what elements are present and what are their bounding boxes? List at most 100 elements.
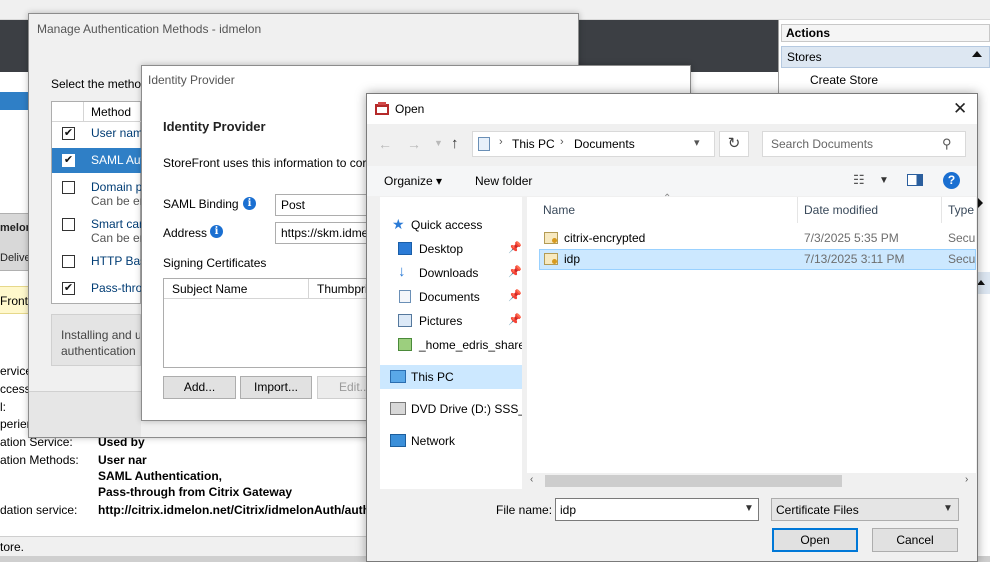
method-checkbox[interactable]: ✔ [62,127,75,140]
pin-icon[interactable]: 📌 [508,265,522,278]
refresh-icon[interactable]: ↻ [719,131,749,157]
expand-right-icon[interactable] [978,198,983,208]
pin-icon[interactable]: 📌 [508,241,522,254]
back-arrow-icon[interactable]: ← [378,136,392,152]
type-column-header[interactable]: Type [948,203,974,217]
method-row-http-basic[interactable]: HTTP Bas [52,250,141,275]
scroll-right-icon[interactable]: › [965,474,968,485]
chevron-down-icon[interactable]: ▼ [879,175,889,186]
file-row-selected[interactable]: idp 7/13/2025 3:11 PM Secu [539,249,976,270]
file-type: Secu [948,231,976,245]
nav-item-network-share[interactable]: _home_edris_shared [380,333,522,357]
method-row-domain[interactable]: Domain p Can be er [52,176,141,212]
method-label: HTTP Bas [91,254,141,268]
address-input[interactable]: https://skm.idme [275,222,370,244]
create-store-link[interactable]: Create Store [810,73,878,87]
pin-icon[interactable]: 📌 [508,313,522,326]
cancel-button[interactable]: Cancel [872,528,958,552]
scroll-left-icon[interactable]: ‹ [530,474,533,485]
network-folder-icon [398,338,412,351]
file-row[interactable]: citrix-encrypted 7/3/2025 5:35 PM Secu [539,228,976,249]
method-checkbox[interactable]: ✔ [62,154,75,167]
method-checkbox[interactable] [62,218,75,231]
nav-item-label: Desktop [419,242,464,256]
subject-name-column-header[interactable]: Subject Name [172,282,247,296]
nav-item-downloads[interactable]: ↓ Downloads 📌 [380,261,522,285]
nav-item-quick-access[interactable]: ★ Quick access [380,213,522,237]
console-tree-selected-item[interactable] [0,92,30,110]
collapse-up-icon[interactable] [977,280,985,285]
detail-value: SAML Authentication, [98,469,222,483]
organize-menu[interactable]: Organize ▾ [384,174,442,188]
recent-locations-dropdown-icon[interactable]: ▼ [434,138,443,148]
breadcrumb-this-pc[interactable]: This PC [512,137,555,151]
help-icon[interactable]: ? [943,172,960,189]
detail-value: User nar [98,453,147,467]
navigation-pane-scrollbar[interactable] [523,197,526,489]
open-button[interactable]: Open [772,528,858,552]
thumbprint-column-header[interactable]: Thumbpri [317,282,367,296]
method-checkbox[interactable] [62,181,75,194]
chevron-down-icon[interactable]: ▼ [943,503,953,514]
method-checkbox[interactable]: ✔ [62,282,75,295]
console-tab-deliver[interactable]: Deliver [0,252,30,264]
sort-ascending-icon: ⌃ [663,193,672,204]
info-icon[interactable]: i [210,225,223,238]
nav-item-dvd-drive[interactable]: DVD Drive (D:) SSS_X6 [380,397,522,421]
breadcrumb-documents[interactable]: Documents [574,137,635,151]
method-row-pass-through[interactable]: ✔ Pass-throu [52,277,141,302]
scrollbar-thumb[interactable] [545,475,842,487]
collapse-up-icon[interactable] [972,51,982,57]
info-icon[interactable]: i [243,197,256,210]
column-divider[interactable] [797,197,798,223]
up-arrow-icon[interactable]: ↑ [451,135,459,152]
chevron-down-icon[interactable]: ▾ [694,136,700,149]
nav-item-pictures[interactable]: Pictures 📌 [380,309,522,333]
breadcrumb-separator-icon[interactable]: › [560,136,564,148]
method-checkbox[interactable] [62,255,75,268]
view-options-icon[interactable]: ☷ [853,172,865,188]
method-row-smart-card[interactable]: Smart car Can be er [52,213,141,249]
console-status-bar: tore. [0,536,366,556]
nav-item-documents[interactable]: Documents 📌 [380,285,522,309]
new-folder-button[interactable]: New folder [475,174,532,188]
import-button[interactable]: Import... [240,376,312,399]
address-label: Address [163,226,208,240]
certificate-file-icon [544,253,558,265]
chevron-down-icon[interactable]: ▼ [744,503,754,514]
console-front-banner: Front [0,286,30,314]
preview-pane-icon[interactable] [907,174,923,186]
identity-provider-title: Identity Provider [148,73,235,87]
manage-auth-title: Manage Authentication Methods - idmelon [37,22,262,36]
breadcrumb-separator-icon[interactable]: › [499,136,503,148]
nav-item-desktop[interactable]: Desktop 📌 [380,237,522,261]
name-column-header[interactable]: Name [543,203,575,217]
status-text: tore. [0,540,25,554]
search-input[interactable]: Search Documents [762,131,966,157]
download-icon: ↓ [398,263,406,280]
nav-item-network[interactable]: Network [380,429,522,453]
saml-binding-select[interactable]: Post [275,194,370,216]
method-label: SAML Auth [91,153,141,167]
method-row-saml[interactable]: ✔ SAML Auth [52,148,141,173]
method-column-header[interactable]: Method [91,105,131,119]
edit-button[interactable]: Edit... [317,376,369,399]
method-row-user-name[interactable]: ✔ User nam [52,122,141,147]
actions-stores-section[interactable]: Stores [781,46,990,68]
file-type-select[interactable]: Certificate Files [771,498,959,521]
close-icon[interactable]: ✕ [953,99,967,119]
file-name: citrix-encrypted [564,231,646,245]
column-divider [83,102,84,122]
file-date: 7/3/2025 5:35 PM [804,231,899,245]
forward-arrow-icon[interactable]: → [407,136,421,152]
file-date: 7/13/2025 3:11 PM [804,252,905,266]
pin-icon[interactable]: 📌 [508,289,522,302]
column-divider[interactable] [941,197,942,223]
nav-item-this-pc[interactable]: This PC [380,365,522,389]
add-button[interactable]: Add... [163,376,236,399]
date-modified-column-header[interactable]: Date modified [804,203,878,217]
search-icon[interactable]: ⚲ [942,136,952,152]
file-name-input[interactable]: idp [555,498,759,521]
nav-item-label: DVD Drive (D:) SSS_X6 [411,402,522,416]
console-tab-idmelon[interactable]: melon [0,222,30,234]
